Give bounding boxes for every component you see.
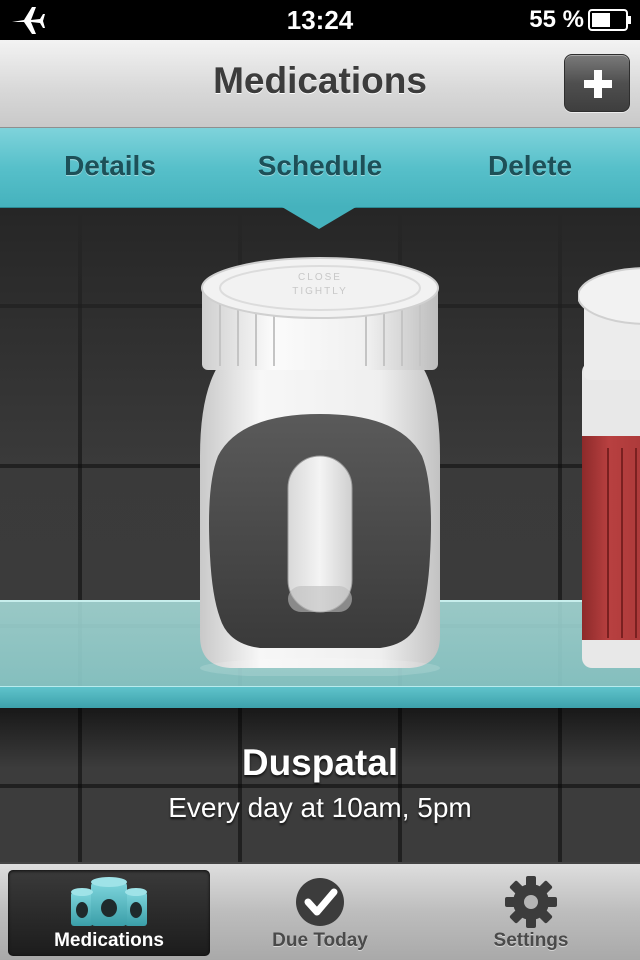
glass-shelf-edge — [0, 686, 640, 708]
medication-action-bar: Details Schedule Delete — [0, 128, 640, 208]
svg-text:CLOSE: CLOSE — [298, 272, 342, 283]
details-button[interactable]: Details — [30, 150, 190, 182]
status-bar: 13:24 55 % — [0, 0, 640, 40]
gear-icon — [505, 876, 557, 928]
plus-icon — [584, 70, 612, 98]
medication-schedule: Every day at 10am, 5pm — [168, 792, 472, 823]
medication-name: Duspatal — [241, 742, 399, 783]
schedule-button[interactable]: Schedule — [240, 150, 400, 182]
navigation-bar: Medications — [0, 40, 640, 128]
tab-settings-label: Settings — [493, 930, 569, 951]
tab-medications-label: Medications — [54, 930, 164, 951]
selection-pointer — [282, 207, 356, 229]
battery-icon — [588, 9, 631, 31]
add-medication-button[interactable] — [564, 54, 630, 112]
tab-medications[interactable]: Medications — [8, 870, 210, 956]
svg-text:TIGHTLY: TIGHTLY — [292, 286, 347, 297]
medication-bottle[interactable]: CLOSE TIGHTLY — [190, 256, 450, 676]
tab-bar: Medications Due Today Settings — [0, 862, 640, 960]
medication-bottle-next[interactable] — [578, 258, 640, 678]
pill-bottles-icon — [71, 877, 147, 926]
checkmark-circle-icon — [296, 878, 344, 926]
page-title: Medications — [213, 60, 427, 101]
battery-percent: 55 % — [529, 6, 584, 33]
tab-due-today-label: Due Today — [272, 930, 368, 951]
tab-settings[interactable]: Settings — [430, 870, 632, 956]
delete-button[interactable]: Delete — [450, 150, 610, 182]
tab-due-today[interactable]: Due Today — [219, 870, 421, 956]
